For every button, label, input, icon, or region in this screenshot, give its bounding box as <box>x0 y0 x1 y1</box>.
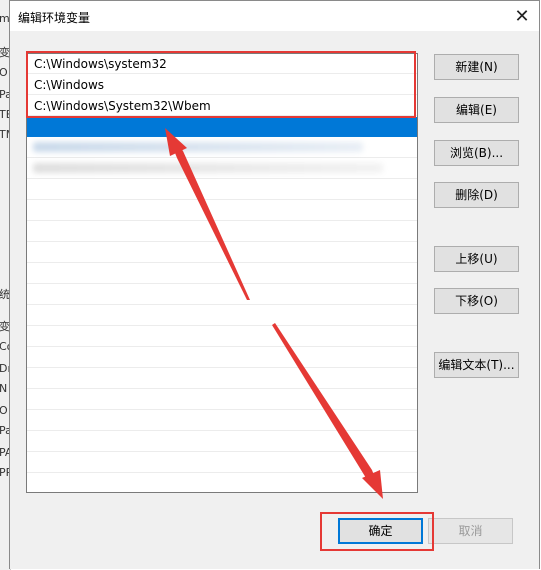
empty-row <box>27 180 417 200</box>
ok-button[interactable]: 确定 <box>338 518 423 544</box>
path-list[interactable]: C:\Windows\system32 C:\Windows C:\Window… <box>26 53 418 493</box>
empty-row <box>27 453 417 473</box>
blurred-text <box>33 163 383 173</box>
empty-row <box>27 264 417 284</box>
empty-row <box>27 348 417 368</box>
title-bar[interactable]: 编辑环境变量 ✕ <box>10 1 539 31</box>
cancel-button[interactable]: 取消 <box>428 518 513 544</box>
edit-button[interactable]: 编辑(E) <box>434 97 519 123</box>
bg-fragment: O <box>0 404 8 417</box>
list-item[interactable]: C:\Windows <box>27 75 417 95</box>
bg-fragment: N <box>0 382 8 395</box>
move-down-button[interactable]: 下移(O) <box>434 288 519 314</box>
edit-env-var-dialog: 编辑环境变量 ✕ C:\Windows\system32 C:\Windows … <box>9 0 540 569</box>
empty-row <box>27 432 417 452</box>
empty-row <box>27 390 417 410</box>
close-icon[interactable]: ✕ <box>505 1 539 31</box>
empty-row <box>27 222 417 242</box>
list-item-blurred[interactable] <box>27 138 417 158</box>
browse-button[interactable]: 浏览(B)... <box>434 140 519 166</box>
blurred-text <box>33 142 363 152</box>
empty-row <box>27 369 417 389</box>
empty-row <box>27 285 417 305</box>
empty-row <box>27 243 417 263</box>
list-item[interactable]: C:\Windows\system32 <box>27 54 417 74</box>
dialog-body: C:\Windows\system32 C:\Windows C:\Window… <box>10 31 539 569</box>
empty-row <box>27 474 417 492</box>
new-button[interactable]: 新建(N) <box>434 54 519 80</box>
empty-row <box>27 411 417 431</box>
empty-row <box>27 327 417 347</box>
bg-fragment: O <box>0 66 8 79</box>
dialog-title: 编辑环境变量 <box>18 11 91 25</box>
list-item-blurred[interactable] <box>27 159 417 179</box>
list-item[interactable]: C:\Windows\System32\Wbem <box>27 96 417 116</box>
edit-text-button[interactable]: 编辑文本(T)... <box>434 352 519 378</box>
move-up-button[interactable]: 上移(U) <box>434 246 519 272</box>
list-item-selected[interactable] <box>27 117 417 137</box>
delete-button[interactable]: 删除(D) <box>434 182 519 208</box>
empty-row <box>27 306 417 326</box>
empty-row <box>27 201 417 221</box>
